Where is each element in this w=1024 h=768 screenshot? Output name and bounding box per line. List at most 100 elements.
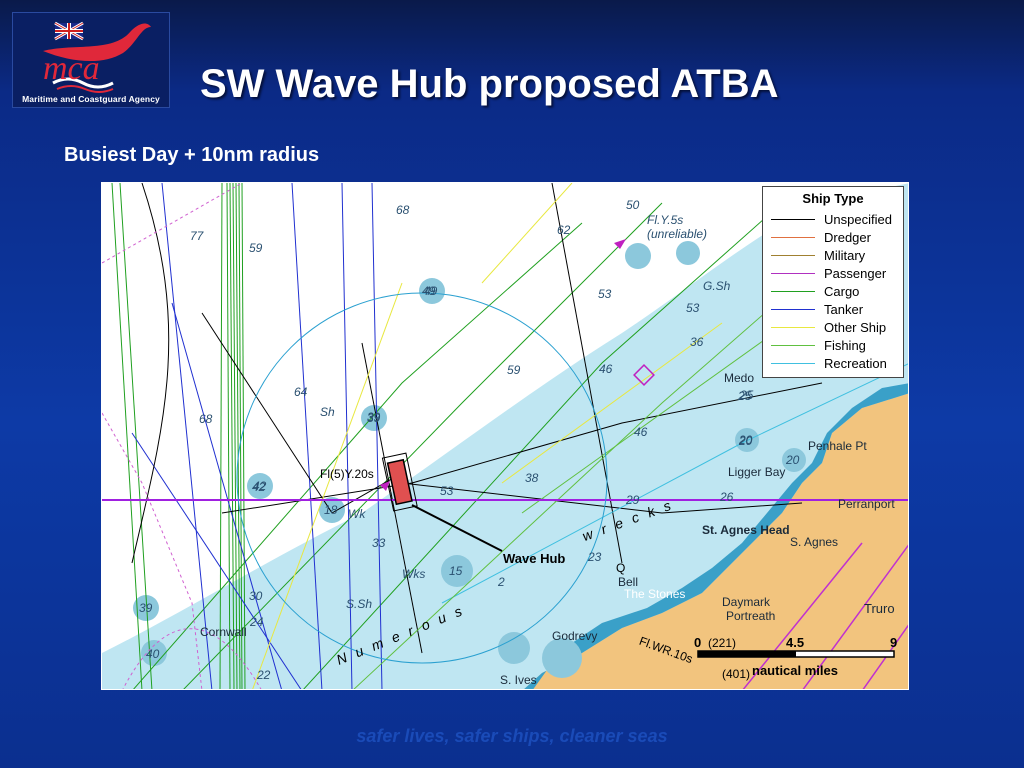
sounding: 53 [686,301,700,315]
legend-label: Dredger [824,229,871,245]
sounding: 23 [588,550,602,564]
chart-note: Q [616,561,626,575]
sounding: 53 [598,287,612,301]
wave-hub-label: Wave Hub [503,551,566,566]
place-name: S. Agnes [790,535,839,549]
sounding: 64 [294,385,308,399]
agency-name: Maritime and Coastguard Agency [22,94,160,104]
sounding: 30 [249,589,263,603]
place-name: Ligger Bay [728,465,786,479]
sounding: 39 [139,601,153,615]
place-name: Godrevy [552,629,598,643]
scale-tick-mid: 4.5 [786,635,805,650]
sounding: 33 [372,536,386,550]
legend-items: Unspecified Dredger Military Passenger Cargo… [763,210,903,372]
legend-item: Passenger [763,264,903,282]
page-title: SW Wave Hub proposed ATBA [200,62,779,106]
legend-swatch [771,254,815,256]
legend-label: Fishing [824,337,866,353]
sounding: 22 [257,668,271,682]
place-name: Portreath [726,609,776,623]
legend-item: Dredger [763,228,903,246]
circled-depth: 25 [740,388,754,402]
sounding: 68 [199,412,213,426]
sounding: 53 [440,484,454,498]
place-name: Perranport [838,497,895,511]
scale-bar [697,650,895,658]
ship-type-legend: Ship Type Unspecified Dredger Military Pass… [762,186,904,378]
place-name: S. Ives [500,673,537,687]
place-name: The Stones [624,587,686,601]
circled-depth: 26 [720,490,734,504]
circled-depth: 20 [739,433,753,447]
chart-note: (unreliable) [647,227,708,241]
legend-item: Recreation [763,354,903,372]
circled-depth: 15 [449,564,463,578]
legend-label: Unspecified [824,211,892,227]
scale-units: nautical miles [752,663,838,678]
legend-item: Unspecified [763,210,903,228]
place-name: St. Agnes Head [702,523,790,537]
legend-title: Ship Type [802,191,864,206]
legend-label: Passenger [824,265,887,281]
chart-note: S.Sh [346,597,373,611]
sounding: 77 [190,229,204,243]
chart-note: G.Sh [703,279,731,293]
tagline: safer lives, safer ships, cleaner seas [356,726,668,746]
sounding: 62 [557,223,571,237]
sounding: 38 [525,471,539,485]
chart-note: Fl(5)Y.20s [320,467,374,481]
legend-swatch [771,272,815,274]
circled-depth: 49 [424,284,438,298]
chart-note: 2 [498,575,505,589]
legend-swatch [771,326,815,328]
place-name: Penhale Pt [808,439,867,453]
mca-logo-graphic: mca [43,21,151,93]
sounding: 36 [690,335,704,349]
legend-swatch [771,290,815,292]
circled-depth: 42 [252,480,266,494]
chart-note: Wk [348,507,366,521]
place-name: Medo [724,371,755,385]
sounding: 24 [250,615,264,629]
sounding: 59 [249,241,263,255]
chart-note: Sh [320,405,335,419]
legend-label: Other Ship [824,319,887,335]
place-name: Bell [618,575,639,589]
chart-note: 29 [626,493,640,507]
sounding: 40 [146,647,160,661]
legend-item: Military [763,246,903,264]
legend-swatch [771,344,815,346]
legend-item: Other Ship [763,318,903,336]
union-flag-icon [54,21,84,41]
legend-label: Recreation [824,355,887,371]
circled-depth: 39 [367,411,381,425]
mca-wordmark: mca [43,50,100,87]
chart-note: (401) [722,667,751,681]
legend-item: Tanker [763,300,903,318]
legend-item: Cargo [763,282,903,300]
place-name: Daymark [722,595,771,609]
sounding: 59 [507,363,521,377]
legend-swatch [771,236,815,238]
legend-label: Tanker [824,301,864,317]
legend-label: Military [824,247,866,263]
chart-note: Wks [402,567,426,581]
mca-logo: mca Maritime and Coastguard Agency [12,12,170,108]
page-subtitle: Busiest Day + 10nm radius [64,144,320,166]
circled-depth: 20 [786,453,800,467]
legend-swatch [771,362,815,364]
legend-swatch [771,308,815,310]
chart-note: (221) [708,636,737,650]
legend-swatch [771,218,815,220]
sounding: 46 [599,362,613,376]
circled-depth: 18 [324,503,338,517]
scale-tick-0: 0 [694,635,702,650]
sounding: 50 [626,198,640,212]
place-name: Cornwall [200,625,247,639]
chart-note: Fl.Y.5s [647,213,684,227]
sounding: 68 [396,203,410,217]
legend-item: Fishing [763,336,903,354]
sounding: 46 [634,425,648,439]
scale-tick-max: 9 [890,635,898,650]
